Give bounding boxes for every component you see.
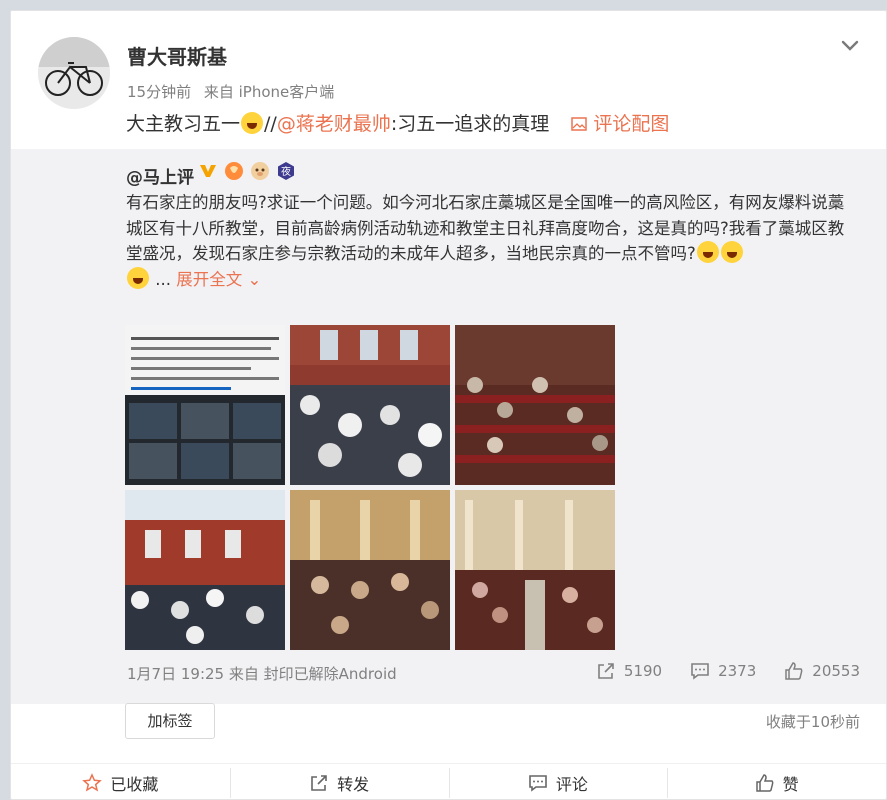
post-meta: 15分钟前 来自 iPhone客户端 — [127, 81, 334, 102]
post-time[interactable]: 15分钟前 — [127, 83, 191, 101]
badges: 夜 — [198, 161, 296, 181]
svg-text:夜: 夜 — [281, 165, 291, 178]
share-icon — [311, 774, 327, 791]
night-badge-icon[interactable]: 夜 — [276, 161, 296, 181]
sweat-emoji-icon — [696, 241, 719, 263]
photo-thumbnail[interactable] — [455, 490, 615, 650]
like-count: 20553 — [812, 662, 860, 680]
image-icon — [571, 117, 588, 131]
add-tag-button[interactable]: 加标签 — [125, 703, 215, 739]
photo-thumbnail[interactable] — [290, 490, 450, 650]
post-text: 大主教习五一 //@蒋老财最帅:习五一追求的真理 评论配图 — [126, 111, 669, 137]
author-name[interactable]: 曹大哥斯基 — [127, 41, 227, 70]
sweat-emoji-icon — [127, 266, 149, 289]
repost-stats: 5190 2373 20553 — [596, 661, 860, 681]
reposted-content: @马上评 夜 有石家庄的朋友吗?求证一个问题。如今河北石家庄藁城区是全国唯一的高… — [11, 149, 886, 704]
avatar[interactable] — [38, 37, 110, 109]
chevron-down-icon[interactable] — [838, 33, 862, 57]
post-text-separator: // — [264, 113, 277, 135]
sweat-emoji-icon — [720, 241, 743, 263]
laugh-emoji-icon — [241, 112, 264, 134]
photo-grid — [125, 325, 620, 650]
comment-icon — [529, 774, 547, 792]
like-button[interactable]: 赞 — [667, 764, 886, 800]
repost-source: 来自 封印已解除Android — [228, 665, 397, 683]
comment-image-link[interactable]: 评论配图 — [571, 113, 669, 135]
level-badge-icon[interactable] — [224, 161, 244, 181]
favorite-button[interactable]: 已收藏 — [11, 764, 230, 800]
star-icon — [82, 772, 103, 792]
like-label: 赞 — [782, 774, 799, 794]
like-count-button[interactable]: 20553 — [784, 661, 860, 681]
repost-author[interactable]: @马上评 — [126, 163, 194, 188]
comment-label: 评论 — [555, 774, 588, 794]
repost-count: 5190 — [623, 662, 663, 680]
verified-v-icon[interactable] — [198, 161, 218, 181]
post-text-part: :习五一追求的真理 — [390, 113, 550, 135]
thumbs-up-icon — [785, 662, 803, 680]
repost-date[interactable]: 1月7日 19:25 — [127, 665, 224, 683]
ellipsis: ... — [155, 269, 171, 289]
photo-thumbnail[interactable] — [125, 325, 285, 485]
comment-count: 2373 — [718, 662, 757, 680]
repost-button[interactable]: 转发 — [229, 764, 449, 800]
expand-full-text-link[interactable]: 展开全文 ⌄ — [176, 270, 261, 289]
comment-button[interactable]: 评论 — [448, 764, 668, 800]
expand-label: 展开全文 — [176, 269, 243, 289]
mention-link[interactable]: @蒋老财最帅 — [277, 113, 391, 135]
repost-meta: 1月7日 19:25 来自 封印已解除Android — [127, 663, 397, 684]
post-source: 来自 iPhone客户端 — [203, 83, 335, 101]
photo-thumbnail[interactable] — [125, 490, 285, 650]
repost-label: 转发 — [337, 774, 370, 794]
repost-text: 有石家庄的朋友吗?求证一个问题。如今河北石家庄藁城区是全国唯一的高风险区，有网友… — [126, 190, 856, 292]
post-text-part: 大主教习五一 — [126, 113, 241, 135]
saved-time: 收藏于10秒前 — [765, 713, 860, 731]
comment-icon — [691, 663, 709, 680]
repost-count-button[interactable]: 5190 — [596, 661, 662, 681]
photo-thumbnail[interactable] — [290, 325, 450, 485]
monkey-badge-icon[interactable] — [250, 161, 270, 181]
comment-image-label: 评论配图 — [593, 113, 670, 135]
thumbs-up-icon — [755, 773, 774, 792]
weibo-card: 曹大哥斯基 15分钟前 来自 iPhone客户端 大主教习五一 //@蒋老财最帅:… — [10, 10, 887, 800]
share-icon — [598, 663, 614, 679]
favorite-label: 已收藏 — [110, 774, 159, 794]
photo-thumbnail[interactable] — [455, 325, 615, 485]
comment-count-button[interactable]: 2373 — [690, 661, 756, 681]
action-bar: 已收藏 转发 评论 赞 — [11, 763, 886, 800]
